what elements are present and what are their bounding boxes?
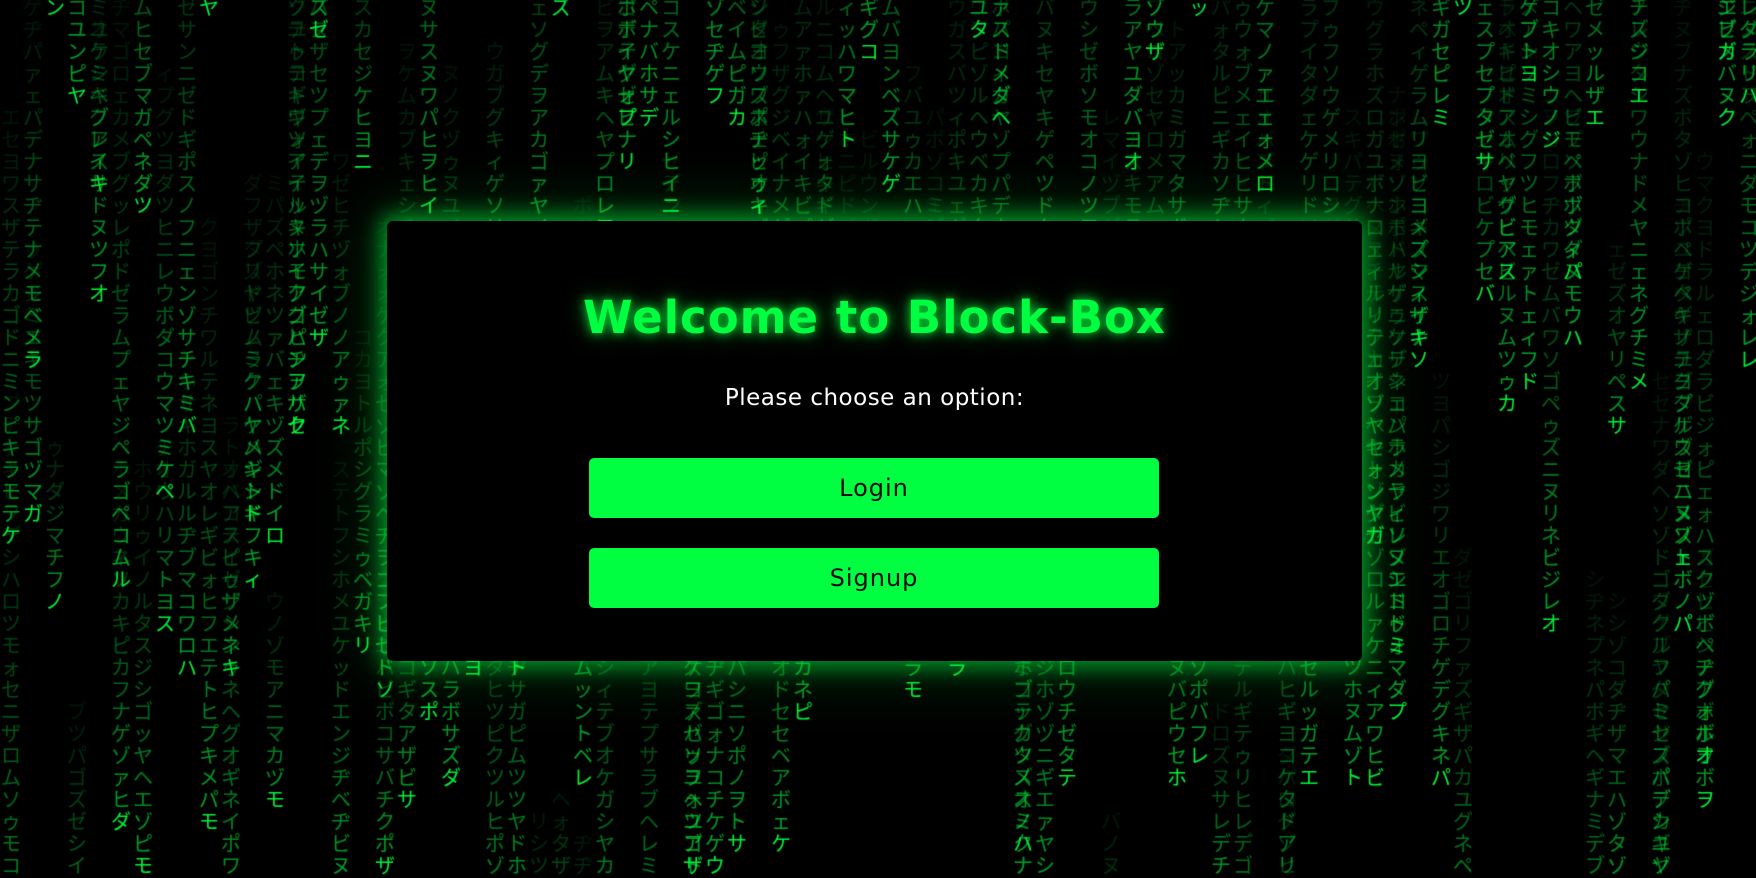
welcome-card: Welcome to Block-Box Please choose an op… xyxy=(387,221,1362,661)
login-button[interactable]: Login xyxy=(589,458,1159,518)
welcome-title: Welcome to Block-Box xyxy=(583,291,1166,344)
signup-button[interactable]: Signup xyxy=(589,548,1159,608)
choose-option-prompt: Please choose an option: xyxy=(724,385,1025,411)
